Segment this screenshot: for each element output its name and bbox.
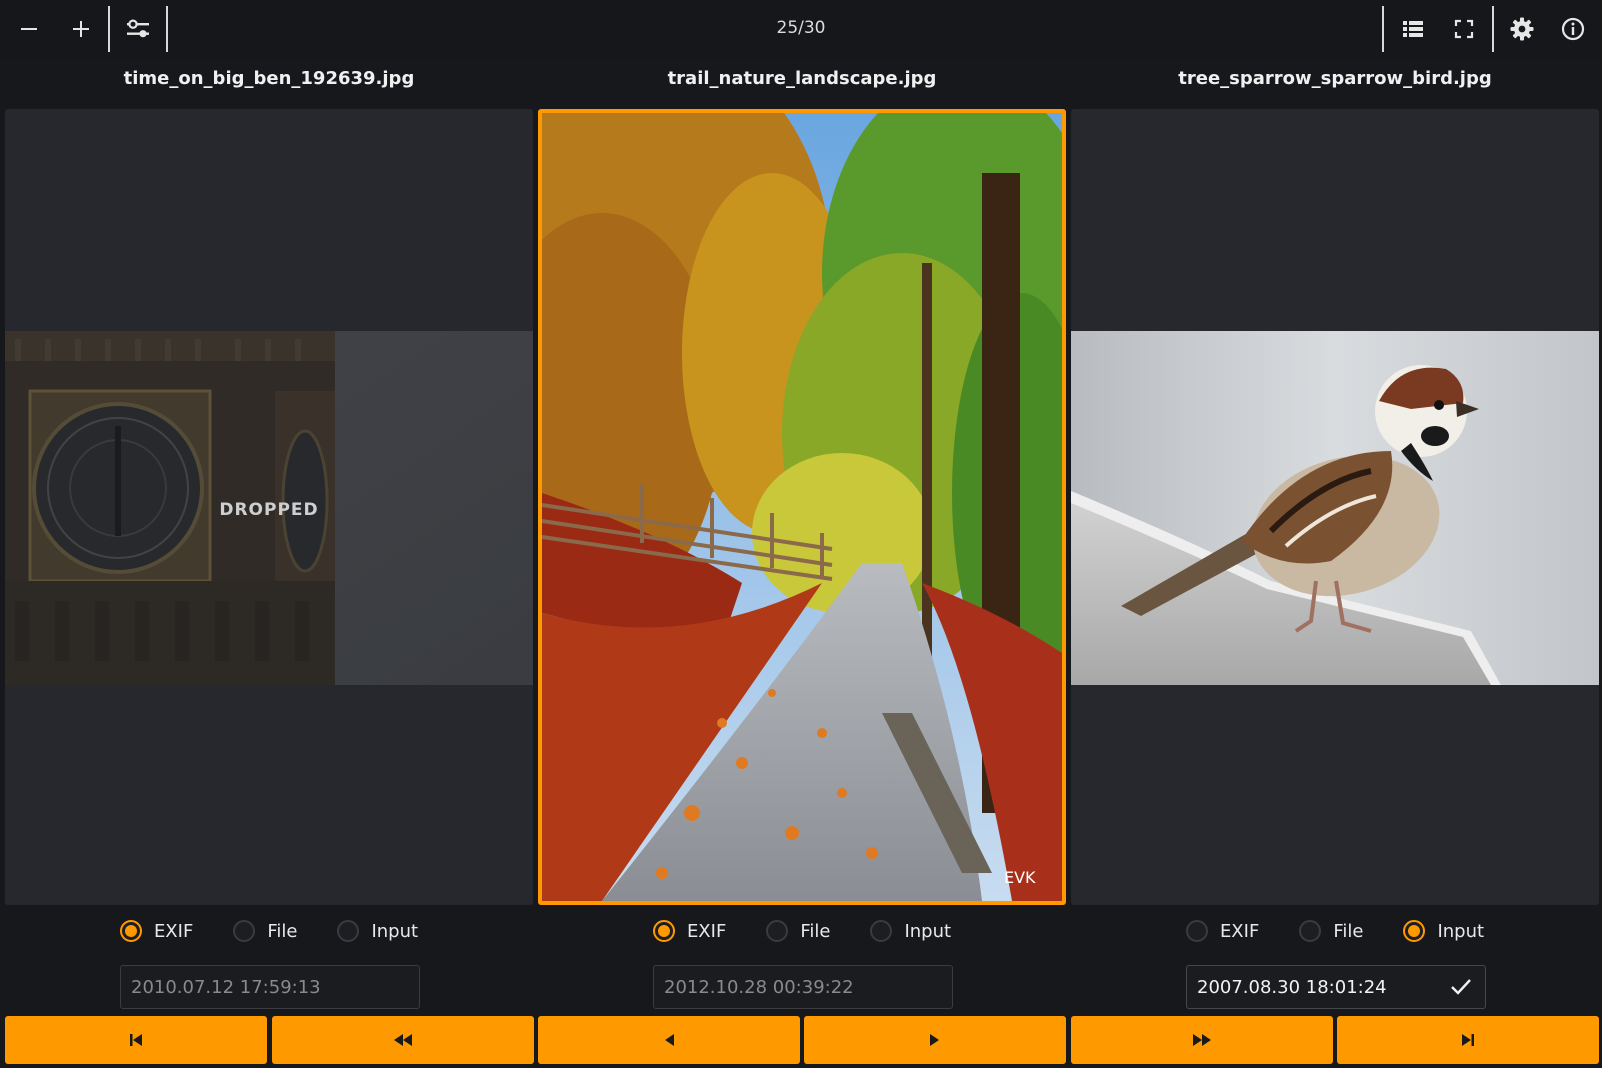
date-source-radio-group: EXIF File Input (1071, 920, 1599, 942)
dropped-label: DROPPED (219, 500, 319, 520)
date-input[interactable] (1186, 965, 1486, 1009)
fullscreen-icon (1454, 19, 1474, 39)
fast-forward-icon (1193, 1034, 1211, 1046)
toolbar-separator (1492, 6, 1494, 52)
file-name: time_on_big_ben_192639.jpg (123, 68, 415, 89)
sparrow-photo (1071, 331, 1599, 685)
previous-image-button[interactable] (538, 1016, 800, 1064)
radio-indicator (233, 920, 256, 942)
date-input[interactable] (120, 965, 420, 1009)
radio-indicator (1403, 920, 1426, 942)
radio-label: Input (1437, 920, 1485, 942)
gear-icon (1510, 17, 1534, 41)
radio-label: File (267, 920, 298, 942)
date-source-radio-group: EXIF File Input (538, 920, 1066, 942)
fast-forward-button[interactable] (1071, 1016, 1333, 1064)
radio-input[interactable]: Input (337, 920, 418, 942)
bottom-navigation (0, 1016, 1602, 1064)
list-view-button[interactable] (1391, 6, 1435, 52)
radio-indicator (652, 920, 675, 942)
info-button[interactable] (1551, 6, 1595, 52)
radio-input[interactable]: Input (1403, 920, 1484, 942)
rewind-button[interactable] (272, 1016, 534, 1064)
radio-file[interactable]: File (233, 920, 297, 942)
radio-indicator (766, 920, 789, 942)
radio-label: Input (904, 920, 952, 942)
list-icon (1403, 21, 1423, 37)
radio-exif[interactable]: EXIF (1185, 920, 1260, 942)
radio-label: Input (371, 920, 419, 942)
settings-button[interactable] (1500, 6, 1544, 52)
info-icon (1561, 17, 1585, 41)
date-input[interactable] (653, 965, 953, 1009)
radio-indicator (870, 920, 893, 942)
fullscreen-button[interactable] (1442, 6, 1486, 52)
radio-indicator (1299, 920, 1322, 942)
image-panel[interactable] (1071, 109, 1599, 905)
watermark: EVK (1004, 868, 1036, 887)
radio-label: EXIF (1219, 920, 1260, 942)
skip-last-icon (1462, 1034, 1474, 1046)
radio-indicator (337, 920, 360, 942)
skip-first-icon (130, 1034, 142, 1046)
file-name: tree_sparrow_sparrow_bird.jpg (1178, 68, 1492, 89)
radio-exif[interactable]: EXIF (652, 920, 727, 942)
rewind-icon (394, 1034, 412, 1046)
next-icon (930, 1034, 939, 1046)
radio-indicator (1185, 920, 1208, 942)
confirm-check-icon[interactable] (1449, 976, 1473, 998)
toolbar-separator (1382, 6, 1384, 52)
image-panel-selected[interactable]: EVK (538, 109, 1066, 905)
trail-photo: EVK (542, 113, 1062, 901)
radio-input[interactable]: Input (870, 920, 951, 942)
radio-label: File (1333, 920, 1364, 942)
first-image-button[interactable] (5, 1016, 267, 1064)
next-image-button[interactable] (804, 1016, 1066, 1064)
radio-file[interactable]: File (1299, 920, 1363, 942)
last-image-button[interactable] (1337, 1016, 1599, 1064)
radio-label: EXIF (686, 920, 727, 942)
image-counter: 25/30 (776, 18, 826, 38)
prev-icon (665, 1034, 674, 1046)
radio-file[interactable]: File (766, 920, 830, 942)
radio-label: File (800, 920, 831, 942)
radio-label: EXIF (153, 920, 194, 942)
radio-indicator (119, 920, 142, 942)
top-toolbar: 25/30 (0, 0, 1602, 58)
file-name: trail_nature_landscape.jpg (667, 68, 937, 89)
image-panel[interactable]: DROPPED (5, 109, 533, 905)
date-source-radio-group: EXIF File Input (5, 920, 533, 942)
radio-exif[interactable]: EXIF (119, 920, 194, 942)
